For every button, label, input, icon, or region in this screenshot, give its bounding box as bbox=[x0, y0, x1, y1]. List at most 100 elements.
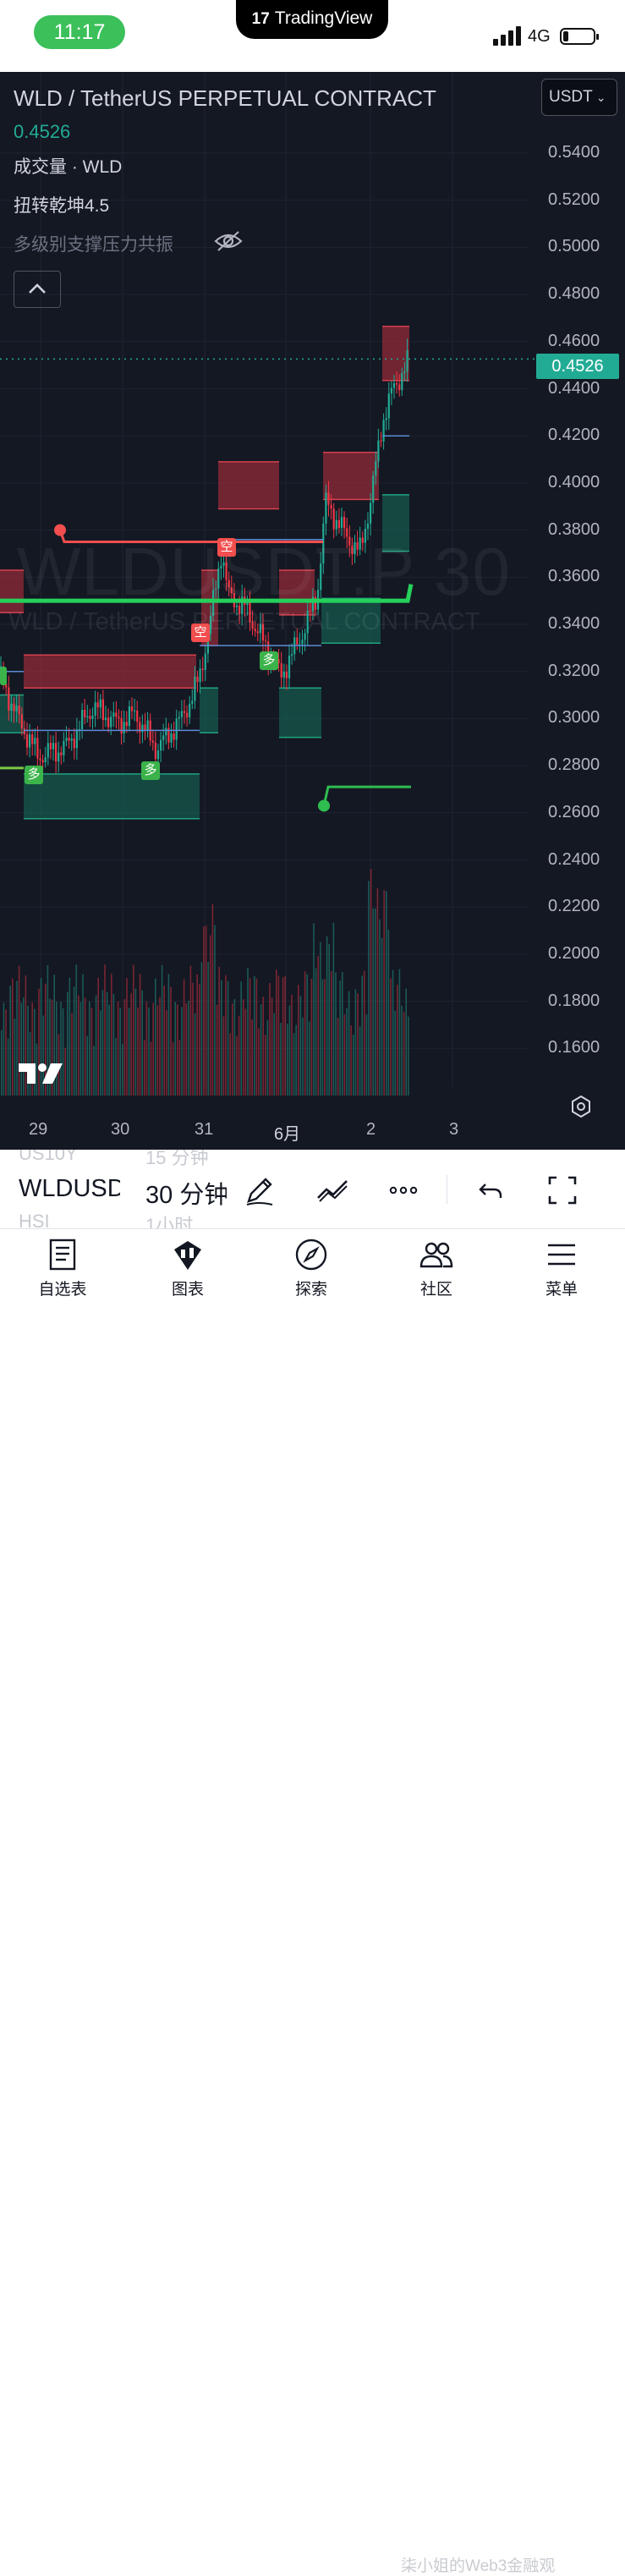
volume-bar bbox=[1, 1030, 3, 1096]
indicator-volume[interactable]: 成交量 · WLD bbox=[14, 153, 122, 179]
volume-bar bbox=[244, 1008, 247, 1096]
candle-body bbox=[340, 517, 343, 529]
network-label: 4G bbox=[528, 27, 551, 46]
symbol-watermark: WLDUSDT.P 30 bbox=[17, 534, 512, 609]
candle-body bbox=[332, 508, 335, 530]
candle-body bbox=[165, 728, 167, 736]
candle-body bbox=[366, 524, 370, 529]
community-icon bbox=[419, 1242, 453, 1268]
volume-bar bbox=[203, 926, 205, 1096]
volume-bar bbox=[247, 968, 249, 1096]
candle-body bbox=[380, 440, 382, 442]
nav-explore[interactable]: 探索 bbox=[269, 1238, 354, 1299]
candle-body bbox=[118, 717, 120, 718]
watchlist-icon bbox=[49, 1239, 76, 1271]
support-zone bbox=[24, 773, 200, 819]
candle-body bbox=[154, 742, 156, 760]
nav-menu[interactable]: 菜单 bbox=[519, 1238, 604, 1299]
volume-bar bbox=[214, 925, 216, 1096]
indicator-reversal[interactable]: 扭转乾坤4.5 bbox=[14, 192, 109, 217]
volume-bar bbox=[379, 919, 381, 1096]
eye-hidden-icon[interactable] bbox=[213, 229, 244, 253]
candle-body bbox=[370, 503, 372, 525]
nav-label: 社区 bbox=[419, 1281, 452, 1299]
volume-bar bbox=[372, 908, 374, 1096]
volume-bar bbox=[156, 1005, 159, 1096]
volume-bar bbox=[320, 942, 321, 1096]
price-tick: 0.2200 bbox=[548, 897, 600, 916]
symbol-title[interactable]: WLD / TetherUS PERPETUAL CONTRACT bbox=[14, 85, 436, 112]
volume-bar bbox=[269, 983, 271, 1096]
volume-bar bbox=[218, 966, 220, 1096]
drawing-tools-icon[interactable] bbox=[315, 1173, 350, 1208]
candle-body bbox=[156, 750, 160, 760]
resistance-zone bbox=[218, 461, 279, 509]
battery-icon bbox=[560, 28, 599, 45]
candle-body bbox=[392, 382, 396, 388]
collapse-legend-button[interactable] bbox=[14, 271, 61, 308]
volume-bar bbox=[265, 1035, 266, 1096]
interval-picker[interactable]: 30 分钟 bbox=[145, 1175, 227, 1211]
indicator-sr-resonance[interactable]: 多级别支撑压力共振 bbox=[14, 231, 173, 256]
price-tick: 0.5000 bbox=[548, 237, 600, 256]
pencil-icon[interactable] bbox=[242, 1173, 277, 1208]
symbol-picker[interactable]: WLDUSDT.P bbox=[19, 1175, 120, 1203]
compass-icon bbox=[295, 1239, 327, 1271]
candle-body bbox=[401, 372, 403, 391]
price-tick: 0.1800 bbox=[548, 991, 600, 1010]
volume-bar bbox=[177, 1004, 178, 1096]
candle-body bbox=[265, 640, 267, 642]
candle-body bbox=[70, 739, 73, 741]
volume-bar bbox=[145, 1002, 148, 1096]
volume-bar bbox=[304, 971, 306, 1096]
candle-body bbox=[204, 653, 206, 670]
candle-body bbox=[337, 519, 340, 529]
candle-body bbox=[65, 738, 68, 741]
candle-body bbox=[343, 517, 346, 529]
volume-bar bbox=[161, 964, 163, 1096]
candle-body bbox=[73, 739, 75, 749]
volume-bar bbox=[255, 978, 258, 1096]
volume-bar bbox=[293, 1033, 295, 1096]
candle-body bbox=[285, 671, 288, 678]
price-tick: 0.2000 bbox=[548, 943, 600, 963]
volume-bar bbox=[141, 990, 143, 1096]
chart-settings-icon[interactable] bbox=[570, 1096, 592, 1118]
volume-bar bbox=[284, 975, 286, 1096]
chart-toolbar: US10Y WLDUSDT.P HSI 15 分钟 30 分钟 1小时 bbox=[0, 1150, 625, 1229]
volume-bar bbox=[254, 975, 255, 1096]
candle-body bbox=[375, 461, 377, 476]
nav-watchlist[interactable]: 自选表 bbox=[20, 1238, 105, 1299]
candle-body bbox=[44, 757, 47, 763]
interval-picker-prev: 15 分钟 bbox=[145, 1150, 209, 1168]
fullscreen-icon[interactable] bbox=[545, 1173, 580, 1208]
nav-community[interactable]: 社区 bbox=[394, 1238, 479, 1299]
volume-bar bbox=[390, 978, 392, 1096]
price-tick: 0.1600 bbox=[548, 1038, 600, 1057]
undo-icon[interactable] bbox=[474, 1173, 509, 1208]
volume-bar bbox=[211, 904, 214, 1096]
currency-select[interactable]: USDT ⌄ bbox=[541, 79, 617, 116]
price-tick: 0.2800 bbox=[548, 755, 600, 775]
volume-bar bbox=[216, 1004, 218, 1096]
volume-bar bbox=[357, 993, 359, 1096]
volume-bar bbox=[310, 979, 313, 1096]
candle-body bbox=[398, 384, 401, 391]
candle-body bbox=[146, 720, 149, 731]
long-signal-badge-edge bbox=[0, 667, 7, 685]
chart-nav-icon bbox=[174, 1241, 201, 1270]
volume-bar bbox=[394, 1010, 396, 1096]
volume-bar bbox=[100, 1010, 101, 1096]
nav-label: 菜单 bbox=[545, 1281, 578, 1299]
candle-body bbox=[115, 712, 118, 717]
volume-bar bbox=[229, 1033, 231, 1096]
volume-bar bbox=[315, 968, 317, 1096]
more-icon[interactable] bbox=[386, 1173, 421, 1208]
nav-chart[interactable]: 图表 bbox=[145, 1238, 230, 1299]
candle-body bbox=[86, 716, 89, 717]
volume-bar bbox=[150, 1041, 152, 1096]
chart-area[interactable]: WLDUSDT.P 30 WLD / TetherUS PERPETUAL CO… bbox=[0, 72, 625, 1150]
candle-body bbox=[34, 738, 36, 744]
candle-body bbox=[41, 760, 44, 763]
candle-body bbox=[8, 687, 10, 711]
